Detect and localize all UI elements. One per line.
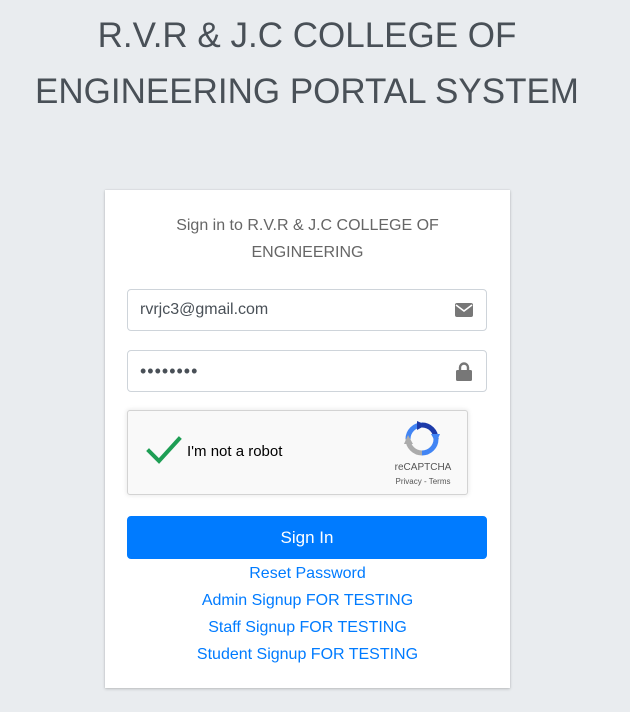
student-signup-link[interactable]: Student Signup FOR TESTING — [105, 641, 510, 668]
admin-signup-link[interactable]: Admin Signup FOR TESTING — [105, 587, 510, 614]
page-title: R.V.R & J.C COLLEGE OF ENGINEERING PORTA… — [0, 8, 614, 120]
checkmark-icon[interactable] — [146, 435, 182, 465]
email-input[interactable] — [128, 291, 442, 329]
recaptcha-separator: - — [421, 477, 429, 486]
recaptcha-privacy-link[interactable]: Privacy — [396, 477, 422, 486]
recaptcha-widget: I'm not a robot reCAPTCHA Privacy - Term… — [127, 410, 468, 495]
recaptcha-label: I'm not a robot — [187, 443, 283, 460]
sign-in-button[interactable]: Sign In — [127, 516, 487, 559]
password-input-group — [127, 350, 487, 392]
lock-icon — [442, 351, 486, 391]
login-message: Sign in to R.V.R & J.C COLLEGE OF ENGINE… — [176, 217, 439, 261]
email-input-group — [127, 289, 487, 331]
envelope-icon — [442, 290, 486, 330]
recaptcha-logo-icon — [404, 421, 440, 457]
password-input[interactable] — [128, 352, 442, 390]
recaptcha-brand: reCAPTCHA — [394, 462, 452, 473]
auth-links: Reset Password Admin Signup FOR TESTING … — [105, 560, 510, 668]
recaptcha-terms-link[interactable]: Terms — [429, 477, 451, 486]
page-title-light: PORTAL SYSTEM — [289, 72, 579, 111]
staff-signup-link[interactable]: Staff Signup FOR TESTING — [105, 614, 510, 641]
recaptcha-links: Privacy - Terms — [378, 477, 468, 486]
login-card: Sign in to R.V.R & J.C COLLEGE OF ENGINE… — [105, 190, 510, 688]
reset-password-link[interactable]: Reset Password — [105, 560, 510, 587]
